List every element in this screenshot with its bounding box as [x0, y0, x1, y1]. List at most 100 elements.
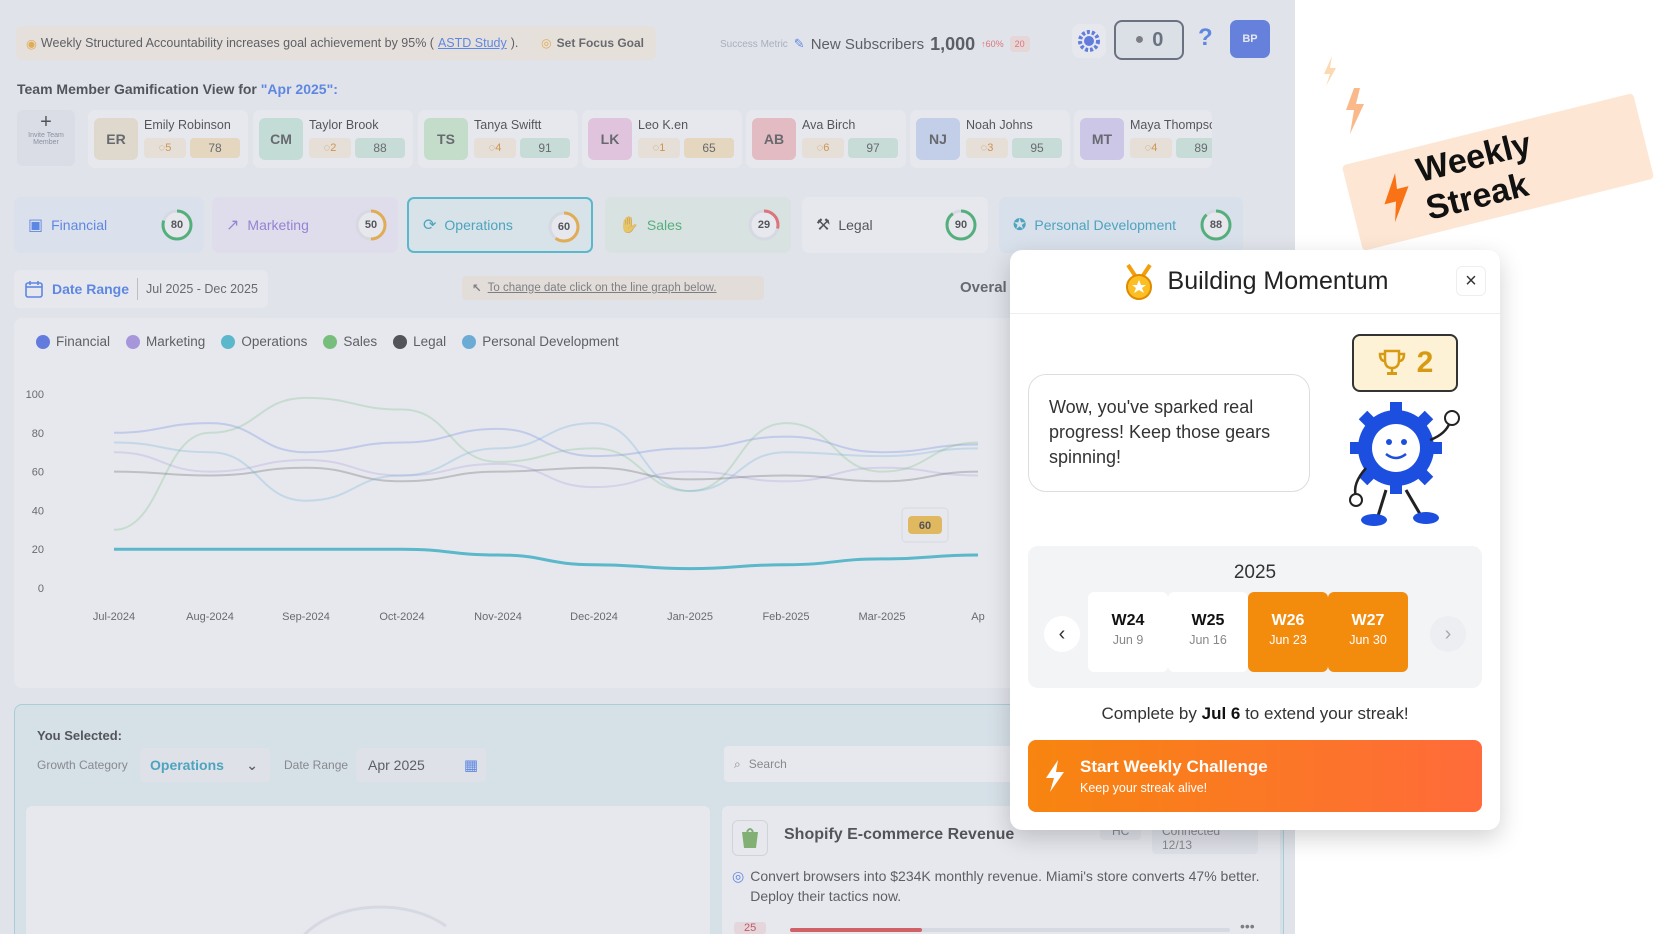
points-button[interactable]: ● 0	[1114, 20, 1184, 60]
tab-sales[interactable]: ✋ Sales 29	[605, 197, 791, 253]
integration-title: Shopify E-commerce Revenue	[784, 826, 1015, 843]
close-button[interactable]: ×	[1456, 266, 1486, 296]
complete-post: to extend your streak!	[1240, 704, 1409, 723]
member-card[interactable]: NJ Noah Johns ◌ 3 95	[910, 110, 1070, 168]
tab-marketing[interactable]: ↗ Marketing 50	[212, 197, 398, 253]
week-w25[interactable]: W25 Jun 16	[1168, 592, 1248, 672]
success-metric: Success Metric ✎ New Subscribers 1,000 ↑…	[720, 32, 1030, 56]
date-range-picker[interactable]: Date Range Jul 2025 - Dec 2025	[14, 270, 268, 308]
score-ring: 88	[1199, 208, 1233, 242]
member-avatar: NJ	[916, 118, 960, 160]
tab-label: Operations	[444, 217, 513, 233]
legend-item[interactable]: Personal Development	[462, 334, 619, 349]
member-name: Ava Birch	[802, 118, 856, 132]
search-input[interactable]: ⌕ Search	[724, 746, 1024, 782]
week-date: Jun 16	[1189, 633, 1227, 647]
legend-item[interactable]: Legal	[393, 334, 446, 349]
series-line-operations[interactable]	[114, 547, 979, 571]
member-card[interactable]: TS Tanya Swiftt ◌ 4 91	[418, 110, 578, 168]
y-tick-label: 100	[26, 389, 44, 401]
tip-bar: ◉ Weekly Structured Accountability incre…	[16, 26, 656, 60]
avatar[interactable]: BP	[1230, 20, 1270, 58]
score-value: 88	[1209, 219, 1223, 231]
week-w24[interactable]: W24 Jun 9	[1088, 592, 1168, 672]
help-icon[interactable]: ?	[1198, 24, 1213, 52]
member-card[interactable]: LK Leo K.en ◌ 1 65	[582, 110, 742, 168]
medal-icon	[1125, 263, 1152, 300]
chart-legend: Financial Marketing Operations Sales Legal Pe…	[36, 334, 619, 349]
legend-item[interactable]: Marketing	[126, 334, 205, 349]
lightning-deco-icon	[1324, 56, 1364, 134]
member-score: 97	[848, 138, 898, 158]
member-name: Taylor Brook	[309, 118, 379, 132]
settings-button[interactable]	[1072, 24, 1106, 58]
member-streak: ◌ 6	[802, 138, 844, 158]
week-number: W24	[1111, 612, 1145, 629]
metric-badge: 20	[1009, 36, 1030, 52]
gear-mascot-icon	[1349, 402, 1460, 526]
legend-item[interactable]: Sales	[323, 334, 377, 349]
complete-by-text: Complete by Jul 6 to extend your streak!	[1010, 704, 1500, 724]
tab-label: Sales	[646, 217, 682, 233]
start-weekly-challenge-button[interactable]: Start Weekly Challenge Keep your streak a…	[1028, 740, 1482, 812]
x-tick-label: Ap	[971, 611, 984, 623]
x-tick-label: Aug-2024	[186, 611, 234, 623]
team-title-text: Team Member Gamification View for	[17, 81, 261, 97]
flame-icon: ◉	[26, 36, 37, 51]
prev-week-button[interactable]: ‹	[1044, 616, 1080, 652]
member-score: 91	[520, 138, 570, 158]
tab-personal-development[interactable]: ✪ Personal Development 88	[999, 197, 1243, 253]
trophy-counter: 2	[1352, 334, 1458, 392]
member-avatar: CM	[259, 118, 303, 160]
close-icon: ×	[1465, 269, 1477, 292]
date-select[interactable]: Apr 2025 ▦	[356, 748, 486, 782]
more-icon[interactable]: •••	[1240, 918, 1255, 934]
legend-label: Marketing	[146, 334, 206, 349]
search-placeholder: Search	[748, 757, 787, 771]
week-date: Jun 30	[1349, 633, 1387, 647]
member-streak: ◌ 4	[474, 138, 516, 158]
search-icon: ⌕	[734, 756, 741, 771]
series-line-financial[interactable]	[113, 422, 979, 458]
x-tick-label: Mar-2025	[858, 611, 905, 623]
legend-dot	[393, 334, 408, 349]
member-avatar: ER	[94, 118, 138, 160]
tab-operations[interactable]: ⟳ Operations 60	[407, 197, 593, 253]
series-line-personal-development[interactable]	[113, 422, 979, 502]
week-w26[interactable]: W26 Jun 23	[1248, 592, 1328, 672]
sync-icon: ◎	[732, 868, 745, 884]
gavel-icon: ⚒	[816, 217, 831, 234]
gauge-arc	[303, 905, 447, 934]
member-card[interactable]: AB Ava Birch ◌ 6 97	[746, 110, 906, 168]
metric-label: Success Metric	[720, 38, 788, 50]
legend-item[interactable]: Operations	[221, 334, 307, 349]
cta-subtitle: Keep your streak alive!	[1080, 781, 1208, 795]
year-label: 2025	[1233, 562, 1277, 583]
member-card[interactable]: ER Emily Robinson ◌ 5 78	[88, 110, 248, 168]
chevron-down-icon: ⌄	[246, 756, 258, 773]
legend-dot	[323, 334, 338, 349]
growth-category-select[interactable]: Operations ⌄	[140, 748, 270, 782]
week-w27[interactable]: W27 Jun 30	[1328, 592, 1408, 672]
next-week-button[interactable]: ›	[1430, 616, 1466, 652]
y-tick-label: 0	[38, 583, 44, 595]
score-value: 60	[557, 221, 571, 233]
points-count: 0	[1152, 28, 1164, 51]
astd-link[interactable]: ASTD Study	[438, 36, 507, 50]
member-streak: ◌ 5	[144, 138, 186, 158]
invite-team-member-button[interactable]: + Invite Team Member	[17, 110, 75, 166]
legend-item[interactable]: Financial	[36, 334, 110, 349]
line-chart[interactable]: 100 80 60 40 20 0 Jul-2024 Aug-2024 Sep-2024 Oct-…	[14, 380, 1074, 660]
member-name: Maya Thompso	[1130, 118, 1212, 132]
member-name: Emily Robinson	[144, 118, 231, 132]
set-focus-goal-button[interactable]: ◎ Set Focus Goal	[533, 30, 652, 56]
member-avatar: LK	[588, 118, 632, 160]
integration-desc: ◎ Convert browsers into $234K monthly rev…	[732, 866, 1262, 906]
member-card[interactable]: CM Taylor Brook ◌ 2 88	[253, 110, 413, 168]
tab-financial[interactable]: ▣ Financial 80	[14, 197, 204, 253]
score-value: 50	[364, 219, 378, 231]
pencil-icon[interactable]: ✎	[794, 36, 805, 52]
member-card[interactable]: MT Maya Thompso ◌ 4 89	[1074, 110, 1212, 168]
trophy-icon	[1378, 349, 1405, 375]
tab-legal[interactable]: ⚒ Legal 90	[802, 197, 988, 253]
